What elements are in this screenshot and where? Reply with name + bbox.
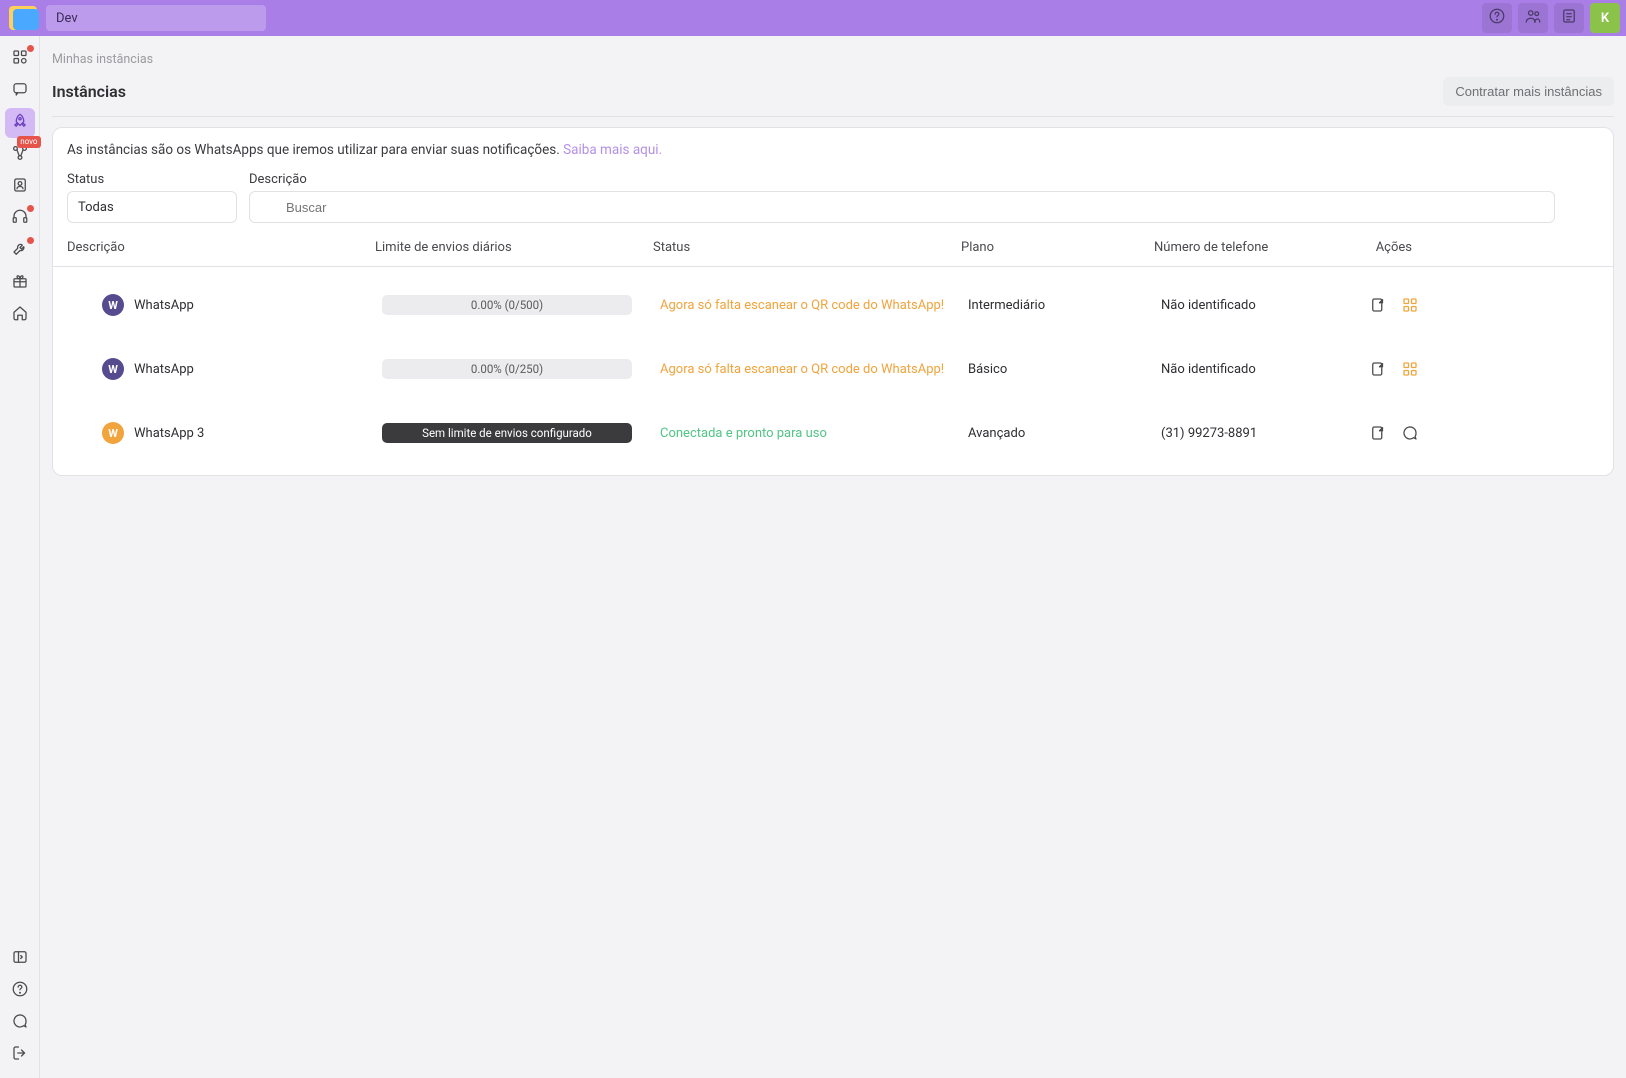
sidebar-item-home[interactable] — [5, 300, 35, 330]
status-text: Conectada e pronto para uso — [660, 426, 960, 441]
scan-qr-button[interactable] — [1401, 296, 1419, 314]
sidebar-item-instances[interactable] — [5, 108, 35, 138]
instance-name: WhatsApp 3 — [134, 426, 204, 441]
description-filter-label: Descrição — [249, 172, 1555, 187]
wrench-icon — [11, 240, 29, 262]
sidebar-item-contacts[interactable] — [5, 172, 35, 202]
sidebar-item-logout[interactable] — [5, 1040, 35, 1070]
topbar: Dev K — [0, 0, 1626, 36]
info-text: As instâncias são os WhatsApps que iremo… — [67, 142, 563, 158]
search-icon — [260, 197, 276, 217]
sidebar-item-help[interactable] — [5, 976, 35, 1006]
sidebar-item-bubble[interactable] — [5, 1008, 35, 1038]
plan-text: Avançado — [968, 426, 1153, 441]
col-actions: Ações — [1322, 240, 1412, 255]
table-row[interactable]: W WhatsApp 0.00% (0/500) Agora só falta es… — [59, 277, 1607, 333]
grid-icon — [11, 48, 29, 70]
user-avatar[interactable]: K — [1590, 3, 1620, 33]
contacts-icon — [11, 176, 29, 198]
open-chat-button[interactable] — [1401, 424, 1419, 442]
search-box[interactable] — [249, 191, 1555, 223]
message-icon — [11, 80, 29, 102]
help-circle-icon — [1488, 7, 1506, 29]
instance-badge: W — [102, 422, 124, 444]
plan-text: Básico — [968, 362, 1153, 377]
notes-button[interactable] — [1554, 3, 1584, 33]
sidebar-item-panel[interactable] — [5, 944, 35, 974]
learn-more-link[interactable]: Saiba mais aqui. — [563, 142, 662, 158]
notification-dot — [27, 205, 34, 212]
logout-icon — [11, 1044, 29, 1066]
panel-icon — [11, 948, 29, 970]
table-header: Descrição Limite de envios diários Statu… — [53, 229, 1613, 267]
export-button[interactable] — [1369, 424, 1387, 442]
main-content: Minhas instâncias Instâncias Contratar m… — [40, 36, 1626, 1078]
users-icon — [1524, 7, 1542, 29]
instance-badge: W — [102, 294, 124, 316]
devices-icon — [74, 296, 92, 314]
phone-text: (31) 99273-8891 — [1161, 426, 1321, 441]
grid-view-icon — [1574, 196, 1592, 218]
notification-dot — [27, 45, 34, 52]
status-filter-value: Todas — [78, 200, 114, 215]
sidebar-item-chat[interactable] — [5, 76, 35, 106]
user-initial: K — [1601, 11, 1609, 26]
info-line: As instâncias são os WhatsApps que iremo… — [53, 140, 1613, 172]
chevron-down-icon — [212, 198, 226, 216]
limit-bar: 0.00% (0/250) — [382, 359, 632, 379]
sidebar-item-gift[interactable] — [5, 268, 35, 298]
export-button[interactable] — [1369, 296, 1387, 314]
limit-pill: Sem limite de envios configurado — [382, 423, 632, 443]
sidebar: novo — [0, 36, 40, 1078]
status-filter-select[interactable]: Todas — [67, 191, 237, 223]
table-row[interactable]: W WhatsApp 0.00% (0/250) Agora só falta es… — [59, 341, 1607, 397]
devices-icon — [74, 424, 92, 442]
sidebar-item-tools[interactable] — [5, 236, 35, 266]
breadcrumb: Minhas instâncias — [52, 36, 1614, 77]
new-badge: novo — [17, 136, 40, 148]
gift-icon — [11, 272, 29, 294]
help-circle-icon — [11, 980, 29, 1002]
headset-icon — [11, 208, 29, 230]
view-toggle-button[interactable] — [1567, 191, 1599, 223]
scan-qr-button[interactable] — [1401, 360, 1419, 378]
col-phone: Número de telefone — [1154, 240, 1314, 255]
col-plan: Plano — [961, 240, 1146, 255]
col-description: Descrição — [67, 240, 367, 255]
rocket-icon — [11, 112, 29, 134]
instance-badge: W — [102, 358, 124, 380]
devices-icon — [74, 360, 92, 378]
sidebar-item-dashboard[interactable] — [5, 44, 35, 74]
chat-bubble-icon — [11, 1012, 29, 1034]
instance-name: WhatsApp — [134, 298, 194, 313]
search-input[interactable] — [284, 199, 1544, 216]
table-row[interactable]: W WhatsApp 3 Sem limite de envios configu… — [59, 405, 1607, 461]
app-logo — [6, 4, 40, 32]
col-limit: Limite de envios diários — [375, 240, 645, 255]
hire-more-button[interactable]: Contratar mais instâncias — [1443, 77, 1614, 106]
notification-dot — [27, 237, 34, 244]
status-text: Agora só falta escanear o QR code do Wha… — [660, 298, 960, 313]
status-text: Agora só falta escanear o QR code do Wha… — [660, 362, 960, 377]
status-filter-label: Status — [67, 172, 237, 187]
export-button[interactable] — [1369, 360, 1387, 378]
sidebar-item-flows[interactable]: novo — [5, 140, 35, 170]
chevron-down-icon — [242, 9, 256, 27]
project-name: Dev — [56, 11, 78, 26]
help-button[interactable] — [1482, 3, 1512, 33]
home-icon — [11, 304, 29, 326]
page-title: Instâncias — [52, 82, 126, 101]
phone-text: Não identificado — [1161, 298, 1321, 313]
document-icon — [1560, 7, 1578, 29]
phone-text: Não identificado — [1161, 362, 1321, 377]
limit-bar: 0.00% (0/500) — [382, 295, 632, 315]
instances-card: As instâncias são os WhatsApps que iremo… — [52, 127, 1614, 476]
project-selector[interactable]: Dev — [46, 5, 266, 31]
team-button[interactable] — [1518, 3, 1548, 33]
instance-name: WhatsApp — [134, 362, 194, 377]
col-status: Status — [653, 240, 953, 255]
plan-text: Intermediário — [968, 298, 1153, 313]
sidebar-item-support[interactable] — [5, 204, 35, 234]
